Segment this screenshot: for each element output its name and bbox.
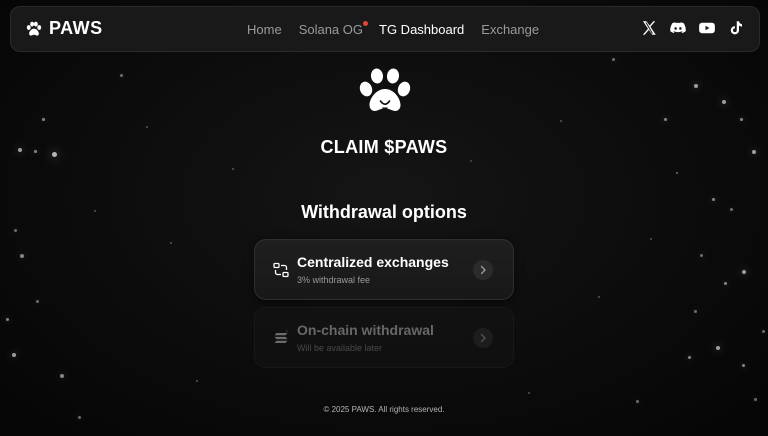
star xyxy=(636,400,639,403)
youtube-icon[interactable] xyxy=(698,19,716,37)
x-icon[interactable] xyxy=(640,19,658,37)
star xyxy=(742,270,746,274)
star xyxy=(560,120,562,122)
withdrawal-options-heading: Withdrawal options xyxy=(301,202,467,222)
star xyxy=(754,398,757,401)
star xyxy=(700,254,703,257)
star xyxy=(120,74,123,77)
star xyxy=(146,126,148,128)
star xyxy=(694,310,697,313)
option-subtitle: 3% withdrawal fee xyxy=(297,275,371,285)
star xyxy=(716,346,720,350)
star xyxy=(712,198,715,201)
star xyxy=(664,118,667,121)
star xyxy=(612,58,615,61)
star xyxy=(676,172,678,174)
notification-dot xyxy=(363,21,369,26)
star xyxy=(650,238,652,240)
footer-copyright: © 2025 PAWS. All rights reserved. xyxy=(323,405,445,414)
star xyxy=(528,392,530,394)
star xyxy=(724,282,727,285)
nav-home[interactable]: Home xyxy=(247,22,282,37)
main-nav: Home Solana OG TG Dashboard Exchange xyxy=(247,21,539,37)
option-title: On-chain withdrawal xyxy=(297,322,434,338)
on-chain-withdrawal-option: On-chain withdrawal Will be available la… xyxy=(254,307,514,368)
star xyxy=(78,416,81,419)
star xyxy=(14,229,17,232)
star xyxy=(12,353,16,357)
nav-tg-dashboard[interactable]: TG Dashboard xyxy=(379,22,464,37)
star xyxy=(722,100,726,104)
tiktok-icon[interactable] xyxy=(727,19,745,37)
star xyxy=(742,364,745,367)
star xyxy=(60,374,64,378)
star xyxy=(762,330,765,333)
chevron-right-icon xyxy=(473,260,493,280)
nav-exchange[interactable]: Exchange xyxy=(481,22,539,37)
chevron-right-icon xyxy=(473,328,493,348)
star xyxy=(36,300,39,303)
social-links xyxy=(640,19,745,37)
star xyxy=(170,242,172,244)
nav-solana-og-label: Solana OG xyxy=(298,22,364,37)
option-title: Centralized exchanges xyxy=(297,254,449,270)
star xyxy=(694,84,698,88)
star xyxy=(42,118,45,121)
star xyxy=(688,356,691,359)
paw-icon xyxy=(26,21,42,36)
star xyxy=(6,318,9,321)
page-title: CLAIM $PAWS xyxy=(320,137,448,157)
star xyxy=(196,380,198,382)
brand-name: PAWS xyxy=(49,18,103,38)
star xyxy=(740,118,743,121)
star xyxy=(598,296,600,298)
star xyxy=(20,254,24,258)
star xyxy=(470,160,472,162)
nav-solana-og[interactable]: Solana OG xyxy=(298,21,369,37)
exchange-icon xyxy=(273,262,289,278)
solana-icon xyxy=(274,333,288,343)
paw-icon xyxy=(359,68,411,111)
top-navbar: PAWS Home Solana OG TG Dashboard Exchang… xyxy=(10,6,760,52)
star xyxy=(232,168,234,170)
option-subtitle: Will be available later xyxy=(297,343,383,353)
brand-logo[interactable]: PAWS xyxy=(25,18,103,39)
centralized-exchanges-option[interactable]: Centralized exchanges 3% withdrawal fee xyxy=(254,239,514,300)
discord-icon[interactable] xyxy=(669,19,687,37)
